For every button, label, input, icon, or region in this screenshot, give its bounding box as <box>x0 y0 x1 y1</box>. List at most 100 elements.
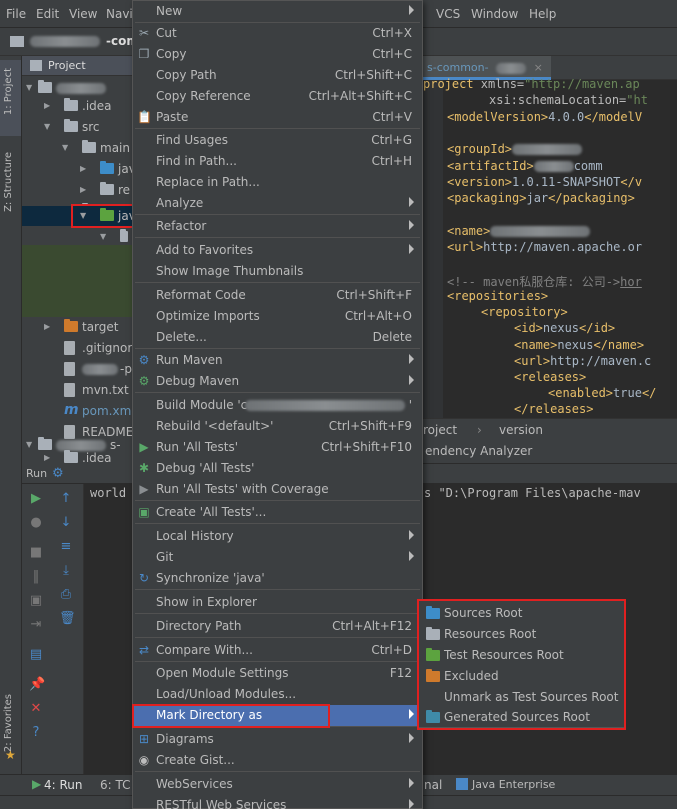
menu-item-diagrams[interactable]: ⊞ Diagrams <box>133 729 422 750</box>
menu-vcs[interactable]: VCS <box>436 7 460 21</box>
java-enterprise-tab[interactable]: Java Enterprise <box>472 778 555 791</box>
menu-item-analyze[interactable]: Analyze <box>133 193 422 214</box>
soft-wrap-icon[interactable]: ≡ <box>59 540 73 554</box>
dump-threads-icon[interactable]: ▣ <box>29 594 43 608</box>
scroll-down-icon[interactable]: ↓ <box>59 516 73 530</box>
menu-item-create-gist[interactable]: ◉ Create Gist... <box>133 750 422 771</box>
terminal-tool-tab[interactable]: nal <box>424 778 442 792</box>
submenu-item-sources-root[interactable]: Sources Root <box>419 603 624 624</box>
menu-item-delete[interactable]: Delete... Delete <box>133 327 422 348</box>
menu-item-synchronize[interactable]: ↻ Synchronize 'java' <box>133 568 422 589</box>
tree-row-resources[interactable]: ▶ re <box>22 180 134 201</box>
expand-arrow-icon[interactable]: ▶ <box>44 101 50 110</box>
menu-item-find-usages[interactable]: Find Usages Ctrl+G <box>133 130 422 151</box>
menu-item-find-in-path[interactable]: Find in Path... Ctrl+H <box>133 151 422 172</box>
submenu-item-generated-sources-root[interactable]: Generated Sources Root <box>419 707 624 728</box>
menu-item-run-coverage[interactable]: ▶ Run 'All Tests' with Coverage <box>133 479 422 500</box>
menu-item-rebuild[interactable]: Rebuild '<default>' Ctrl+Shift+F9 <box>133 416 422 437</box>
menu-view[interactable]: View <box>69 7 97 21</box>
expand-arrow-icon[interactable]: ▶ <box>80 164 86 173</box>
menu-item-git[interactable]: Git <box>133 547 422 568</box>
expand-arrow-icon[interactable]: ▶ <box>44 322 50 331</box>
scroll-end-icon[interactable]: ⤓ <box>59 564 73 578</box>
menu-item-restful-web-services[interactable]: RESTful Web Services <box>133 795 422 809</box>
submenu-item-test-resources-root[interactable]: Test Resources Root <box>419 645 624 666</box>
expand-arrow-icon[interactable]: ▶ <box>44 453 50 462</box>
menu-item-copy-path[interactable]: Copy Path Ctrl+Shift+C <box>133 65 422 86</box>
submenu-item-unmark-test-sources[interactable]: Unmark as Test Sources Root <box>419 687 624 708</box>
breadcrumb-item[interactable]: roject <box>423 423 457 437</box>
close-icon[interactable]: ✕ <box>29 702 43 716</box>
collapse-arrow-icon[interactable]: ▼ <box>62 143 68 152</box>
scroll-up-icon[interactable]: ↑ <box>59 492 73 506</box>
help-icon[interactable]: ? <box>29 726 43 740</box>
pin-icon[interactable]: 📌 <box>29 678 45 692</box>
menu-file[interactable]: File <box>6 7 26 21</box>
tree-row-target[interactable]: ▶ target <box>22 317 134 338</box>
pause-icon[interactable]: ‖ <box>29 570 43 584</box>
menu-item-open-module-settings[interactable]: Open Module Settings F12 <box>133 663 422 684</box>
breadcrumb-item[interactable]: version <box>499 423 543 437</box>
menu-item-add-to-favorites[interactable]: Add to Favorites <box>133 240 422 261</box>
menu-item-build-module[interactable]: Build Module 'c ' <box>133 395 422 416</box>
tree-row-test-java-selected[interactable]: ▼ jav <box>22 206 136 226</box>
print-icon[interactable]: ⎙ <box>59 588 73 602</box>
collapse-arrow-icon[interactable]: ▼ <box>26 83 32 92</box>
structure-tool-tab[interactable]: Z: Structure <box>3 152 14 212</box>
run-tool-tab[interactable]: 4: Run <box>44 778 83 792</box>
dependency-analyzer-tab[interactable]: endency Analyzer <box>415 440 677 464</box>
menu-item-copy-reference[interactable]: Copy Reference Ctrl+Alt+Shift+C <box>133 86 422 107</box>
menu-item-compare-with[interactable]: ⇄ Compare With... Ctrl+D <box>133 640 422 661</box>
tree-row-main-java[interactable]: ▶ jav <box>22 159 136 180</box>
menu-item-run-maven[interactable]: ⚙ Run Maven <box>133 350 422 371</box>
project-tool-tab[interactable]: 1: Project <box>3 68 14 115</box>
tree-row-redacted-file[interactable]: -p <box>22 359 134 380</box>
star-icon[interactable]: ★ <box>5 748 16 762</box>
menu-item-debug-all-tests[interactable]: ✱ Debug 'All Tests' <box>133 458 422 479</box>
tree-row-mvn[interactable]: mvn.txt <box>22 380 134 401</box>
tree-row-pom[interactable]: m pom.xml <box>22 401 135 422</box>
todo-tool-tab[interactable]: 6: TC <box>100 778 131 792</box>
clear-all-icon[interactable]: 🗑 <box>59 612 76 626</box>
menu-item-create-all-tests[interactable]: ▣ Create 'All Tests'... <box>133 502 422 523</box>
menu-item-cut[interactable]: ✂ Cut Ctrl+X <box>133 23 422 44</box>
menu-help[interactable]: Help <box>529 7 556 21</box>
menu-item-reformat-code[interactable]: Reformat Code Ctrl+Shift+F <box>133 285 422 306</box>
favorites-tool-tab[interactable]: 2: Favorites <box>3 694 14 752</box>
menu-navigate[interactable]: Navi <box>106 7 133 21</box>
expand-arrow-icon[interactable]: ▶ <box>80 185 86 194</box>
debug-rerun-icon[interactable]: ● <box>29 516 43 530</box>
tree-row-src[interactable]: ▼ src <box>22 117 134 138</box>
tree-row-idea[interactable]: ▶ .idea <box>22 96 134 117</box>
menu-item-directory-path[interactable]: Directory Path Ctrl+Alt+F12 <box>133 616 422 637</box>
menu-item-optimize-imports[interactable]: Optimize Imports Ctrl+Alt+O <box>133 306 422 327</box>
menu-item-local-history[interactable]: Local History <box>133 526 422 547</box>
submenu-item-resources-root[interactable]: Resources Root <box>419 624 624 645</box>
menu-item-webservices[interactable]: WebServices <box>133 774 422 795</box>
menu-item-replace-in-path[interactable]: Replace in Path... <box>133 172 422 193</box>
submenu-item-excluded[interactable]: Excluded <box>419 666 624 687</box>
menu-item-refactor[interactable]: Refactor <box>133 216 422 237</box>
close-icon[interactable]: × <box>534 61 543 74</box>
collapse-arrow-icon[interactable]: ▼ <box>80 211 86 220</box>
menu-item-copy[interactable]: ❐ Copy Ctrl+C <box>133 44 422 65</box>
collapse-arrow-icon[interactable]: ▼ <box>100 232 106 241</box>
menu-edit[interactable]: Edit <box>36 7 59 21</box>
rerun-icon[interactable]: ▶ <box>29 492 43 506</box>
menu-item-paste[interactable]: 📋 Paste Ctrl+V <box>133 107 422 128</box>
menu-item-run-all-tests[interactable]: ▶ Run 'All Tests' Ctrl+Shift+F10 <box>133 437 422 458</box>
menu-item-load-unload-modules[interactable]: Load/Unload Modules... <box>133 684 422 705</box>
menu-item-new[interactable]: New <box>133 1 422 22</box>
menu-item-debug-maven[interactable]: ⚙ Debug Maven <box>133 371 422 392</box>
exit-icon[interactable]: ⇥ <box>29 618 43 632</box>
stop-icon[interactable]: ■ <box>29 546 43 560</box>
menu-item-show-image-thumbnails[interactable]: Show Image Thumbnails <box>133 261 422 282</box>
layout-icon[interactable]: ▤ <box>29 648 43 662</box>
menu-item-mark-directory-as[interactable]: Mark Directory as <box>133 705 422 726</box>
tree-row-main[interactable]: ▼ main <box>22 138 134 159</box>
menu-item-show-in-explorer[interactable]: Show in Explorer <box>133 592 422 613</box>
menu-window[interactable]: Window <box>471 7 518 21</box>
tree-row-gitignore[interactable]: .gitignore <box>22 338 139 359</box>
gear-icon[interactable]: ⚙ <box>52 466 64 481</box>
code-editor[interactable]: project xmlns="http://maven.ap xsi:schem… <box>415 77 677 418</box>
